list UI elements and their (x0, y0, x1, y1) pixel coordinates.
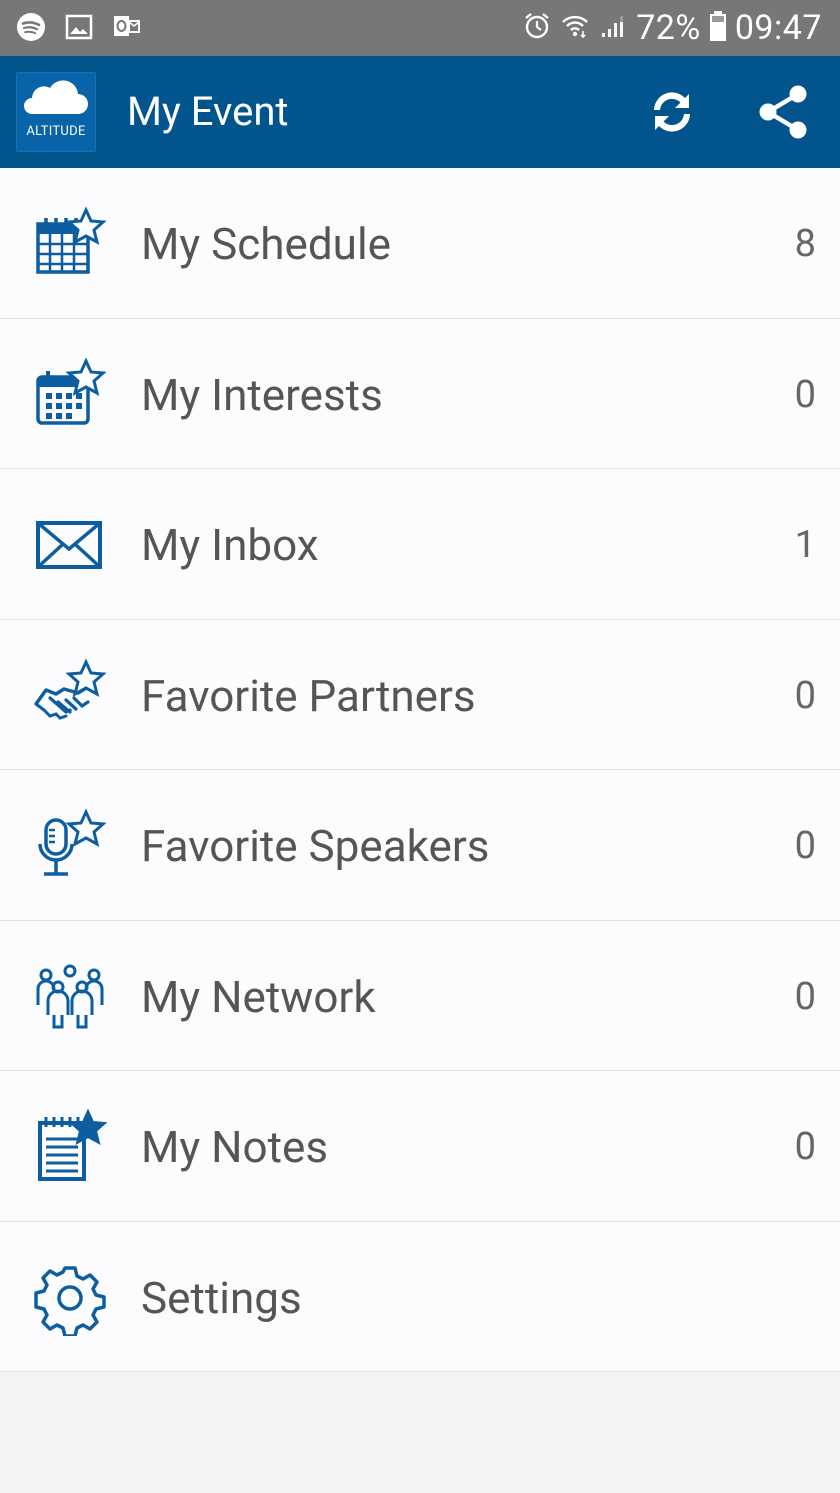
app-bar: ALTITUDE My Event (0, 56, 840, 168)
system-status: 72% 09:47 (522, 0, 822, 56)
menu-item-my-network[interactable]: My Network 0 (0, 921, 840, 1071)
gear-icon (32, 1260, 108, 1336)
alarm-icon (522, 11, 552, 45)
cloud-icon (24, 80, 88, 114)
people-group-icon (32, 959, 108, 1035)
gallery-icon (62, 10, 96, 44)
menu-item-label: Settings (141, 1271, 302, 1324)
clock: 09:47 (734, 8, 822, 48)
menu-item-count: 0 (794, 1125, 816, 1169)
status-bar: 72% 09:47 (0, 0, 840, 56)
page-title: My Event (127, 88, 289, 135)
envelope-icon (32, 507, 108, 583)
battery-icon (709, 10, 727, 46)
notification-icons (14, 10, 144, 44)
menu-item-label: My Network (141, 970, 376, 1023)
menu-item-my-interests[interactable]: My Interests 0 (0, 319, 840, 469)
menu-item-label: Favorite Speakers (141, 820, 490, 872)
menu-item-label: My Notes (141, 1121, 329, 1173)
calendar-star-icon (32, 206, 108, 282)
share-icon (759, 85, 807, 139)
signal-icon (598, 11, 628, 45)
menu-item-count: 0 (794, 673, 816, 718)
menu-item-count: 8 (794, 222, 816, 266)
menu-item-label: My Interests (141, 368, 383, 421)
sync-button[interactable] (640, 80, 704, 144)
menu-item-favorite-partners[interactable]: Favorite Partners 0 (0, 620, 840, 770)
menu-item-count: 0 (794, 372, 816, 417)
outlook-icon (110, 10, 144, 44)
battery-percent: 72% (636, 8, 701, 48)
spotify-icon (14, 10, 48, 44)
menu-item-favorite-speakers[interactable]: Favorite Speakers 0 (0, 770, 840, 921)
handshake-star-icon (32, 657, 108, 734)
calendar-star-icon (32, 356, 108, 433)
menu-item-count: 0 (794, 824, 816, 868)
app-logo-text: ALTITUDE (26, 124, 86, 139)
menu-item-my-inbox[interactable]: My Inbox 1 (0, 469, 840, 620)
share-button[interactable] (752, 80, 816, 144)
microphone-star-icon (32, 808, 108, 884)
app-logo: ALTITUDE (16, 72, 96, 152)
wifi-icon (560, 11, 590, 45)
menu-item-count: 0 (794, 974, 816, 1019)
menu-item-label: My Schedule (141, 218, 391, 270)
menu-item-settings[interactable]: Settings (0, 1222, 840, 1372)
menu-list: My Schedule 8 My Interests 0 My Inbox 1 … (0, 168, 840, 1372)
menu-item-my-notes[interactable]: My Notes 0 (0, 1071, 840, 1222)
menu-item-label: My Inbox (141, 519, 319, 571)
notepad-star-icon (32, 1109, 108, 1185)
menu-item-label: Favorite Partners (141, 669, 476, 722)
menu-item-count: 1 (794, 523, 816, 567)
menu-item-my-schedule[interactable]: My Schedule 8 (0, 168, 840, 319)
sync-icon (654, 92, 690, 132)
